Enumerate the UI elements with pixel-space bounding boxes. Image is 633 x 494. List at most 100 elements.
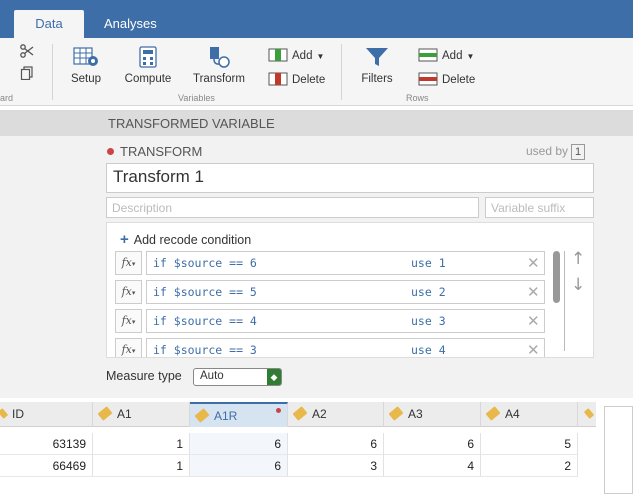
delete-variable-label: Delete bbox=[292, 74, 326, 86]
function-button[interactable]: fx▾ bbox=[115, 309, 142, 333]
fx-icon: fx bbox=[121, 285, 132, 298]
condition-expression-input[interactable]: if $source == 6 use 1 bbox=[146, 251, 545, 275]
data-grid: ID A1 A1R A2 A3 A4 63139 1 6 6 6 5 66469… bbox=[0, 402, 633, 494]
tab-data[interactable]: Data bbox=[14, 10, 84, 38]
fx-icon: fx bbox=[121, 256, 132, 269]
remove-condition-icon[interactable]: ✕ bbox=[527, 283, 540, 301]
grid-header: ID A1 A1R A2 A3 A4 bbox=[0, 402, 596, 427]
cut-button[interactable] bbox=[20, 44, 34, 61]
add-recode-condition-button[interactable]: + Add recode condition bbox=[120, 231, 251, 248]
recode-condition-row: fx▾ if $source == 4 use 3 ✕ bbox=[115, 309, 545, 333]
variable-suffix-input[interactable]: Variable suffix bbox=[485, 197, 594, 218]
chevron-down-icon: ▼ bbox=[316, 52, 325, 61]
column-header-a2[interactable]: A2 bbox=[288, 402, 384, 427]
delete-row-label: Delete bbox=[442, 74, 476, 86]
function-button[interactable]: fx▾ bbox=[115, 251, 142, 275]
arrow-down-icon[interactable]: ↓ bbox=[571, 275, 585, 295]
transform-heading: TRANSFORM bbox=[107, 144, 202, 159]
table-cell[interactable]: 2 bbox=[481, 455, 578, 477]
table-cell[interactable]: 6 bbox=[190, 455, 288, 477]
function-button[interactable]: fx▾ bbox=[115, 338, 142, 357]
column-header-a1[interactable]: A1 bbox=[93, 402, 190, 427]
delete-row-button[interactable]: Delete bbox=[418, 72, 475, 88]
arrow-up-icon[interactable]: ↑ bbox=[571, 249, 585, 269]
transform-name-input[interactable]: Transform 1 bbox=[106, 163, 594, 193]
conditions-scrollbar[interactable] bbox=[553, 251, 560, 303]
fx-icon: fx bbox=[121, 314, 132, 327]
remove-condition-icon[interactable]: ✕ bbox=[527, 254, 540, 272]
transform-icon bbox=[206, 47, 232, 71]
toolbar-divider bbox=[52, 44, 53, 100]
clipboard-group-label: ard bbox=[0, 93, 14, 103]
column-header-next[interactable] bbox=[578, 402, 596, 427]
column-header-id[interactable]: ID bbox=[0, 402, 93, 427]
condition-expression-input[interactable]: if $source == 4 use 3 bbox=[146, 309, 545, 333]
function-button[interactable]: fx▾ bbox=[115, 280, 142, 304]
condition-expression-input[interactable]: if $source == 5 use 2 bbox=[146, 280, 545, 304]
measure-type-select[interactable]: Auto ◆ bbox=[193, 368, 282, 386]
transform-label: Transform bbox=[193, 73, 245, 85]
recode-condition-row: fx▾ if $source == 3 use 4 ✕ bbox=[115, 338, 545, 357]
table-cell[interactable]: 5 bbox=[481, 433, 578, 455]
nominal-tag-icon bbox=[583, 408, 595, 419]
fx-icon: fx bbox=[121, 343, 132, 356]
table-cell[interactable]: 66469 bbox=[0, 455, 93, 477]
transform-panel: TRANSFORM used by 1 Transform 1 Descripti… bbox=[0, 136, 633, 398]
recode-condition-row: fx▾ if $source == 6 use 1 ✕ bbox=[115, 251, 545, 275]
setup-icon bbox=[72, 47, 100, 71]
table-cell[interactable]: 63139 bbox=[0, 433, 93, 455]
delete-row-icon bbox=[418, 72, 442, 86]
compute-label: Compute bbox=[124, 73, 172, 85]
scissors-icon bbox=[20, 44, 34, 61]
add-variable-label: Add bbox=[292, 50, 313, 62]
transformed-variable-header[interactable]: TRANSFORMED VARIABLE bbox=[0, 110, 633, 136]
table-cell[interactable]: 1 bbox=[93, 433, 190, 455]
condition-expression-input[interactable]: if $source == 3 use 4 bbox=[146, 338, 545, 357]
section-title: TRANSFORMED VARIABLE bbox=[108, 116, 275, 131]
modified-dot-icon bbox=[107, 148, 114, 155]
used-by-indicator: used by 1 bbox=[526, 144, 586, 160]
remove-condition-icon[interactable]: ✕ bbox=[527, 312, 540, 330]
toolbar-divider bbox=[341, 44, 342, 100]
table-cell[interactable]: 4 bbox=[384, 455, 481, 477]
table-cell[interactable]: 6 bbox=[384, 433, 481, 455]
nominal-tag-icon bbox=[97, 406, 113, 421]
table-cell[interactable]: 3 bbox=[288, 455, 384, 477]
add-row-button[interactable]: Add ▼ bbox=[418, 48, 474, 64]
nominal-tag-icon bbox=[292, 406, 308, 421]
table-cell[interactable]: 6 bbox=[190, 433, 288, 455]
updown-chevron-icon: ◆ bbox=[267, 369, 281, 385]
add-variable-icon bbox=[268, 48, 292, 62]
chevron-down-icon: ▼ bbox=[466, 52, 475, 61]
results-panel-edge bbox=[604, 406, 633, 494]
tab-analyses[interactable]: Analyses bbox=[104, 10, 157, 38]
nominal-tag-icon bbox=[485, 406, 501, 421]
column-header-a4[interactable]: A4 bbox=[481, 402, 578, 427]
delete-variable-button[interactable]: Delete bbox=[268, 72, 325, 88]
compute-button[interactable]: Compute bbox=[122, 46, 174, 85]
nominal-tag-icon bbox=[0, 408, 9, 419]
transform-button[interactable]: Transform bbox=[190, 46, 248, 85]
filters-label: Filters bbox=[361, 73, 393, 85]
column-header-a3[interactable]: A3 bbox=[384, 402, 481, 427]
description-input[interactable]: Description bbox=[106, 197, 479, 218]
copy-icon bbox=[20, 66, 34, 83]
setup-label: Setup bbox=[70, 73, 102, 85]
setup-button[interactable]: Setup bbox=[68, 46, 104, 85]
delete-variable-icon bbox=[268, 72, 292, 86]
data-toolbar: ard Setup Compute Transform Add ▼ Delete … bbox=[0, 38, 633, 106]
compute-icon bbox=[138, 46, 158, 71]
add-variable-button[interactable]: Add ▼ bbox=[268, 48, 324, 64]
nominal-tag-icon bbox=[388, 406, 404, 421]
table-cell[interactable]: 1 bbox=[93, 455, 190, 477]
ribbon-tab-bar: Data Analyses bbox=[0, 0, 633, 38]
copy-button[interactable] bbox=[20, 66, 34, 83]
plus-icon: + bbox=[120, 231, 129, 248]
filters-button[interactable]: Filters bbox=[356, 46, 398, 85]
remove-condition-icon[interactable]: ✕ bbox=[527, 341, 540, 357]
used-by-count[interactable]: 1 bbox=[571, 144, 586, 160]
column-header-a1r[interactable]: A1R bbox=[190, 402, 288, 427]
table-cell[interactable]: 6 bbox=[288, 433, 384, 455]
modified-dot-icon bbox=[276, 408, 281, 413]
rows-group-label: Rows bbox=[406, 93, 429, 103]
